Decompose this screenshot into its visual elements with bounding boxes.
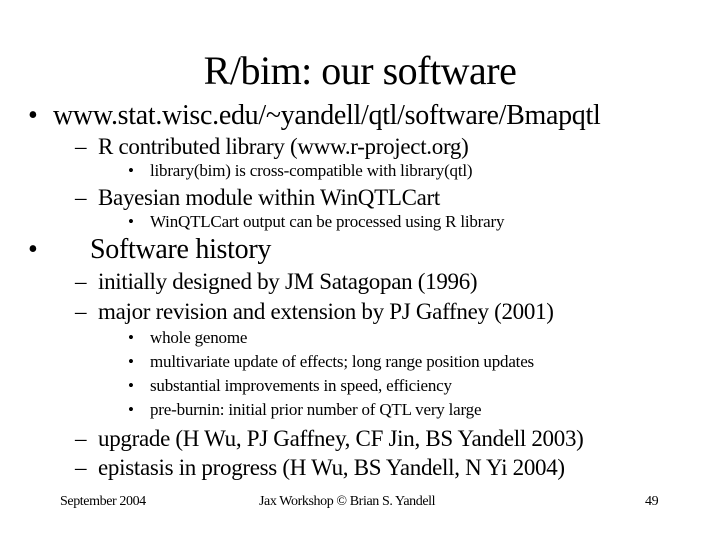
- dash-icon: –: [75, 185, 87, 210]
- dash-icon: –: [75, 426, 87, 451]
- footer-center: Jax Workshop © Brian S. Yandell: [259, 494, 436, 509]
- bullet-url: www.stat.wisc.edu/~yandell/qtl/software/…: [53, 100, 601, 131]
- dash-icon: –: [75, 269, 87, 294]
- dash-icon: –: [75, 299, 87, 324]
- sub-bullet: major revision and extension by PJ Gaffn…: [98, 299, 554, 324]
- sub-bullet: R contributed library (www.r-project.org…: [98, 134, 469, 159]
- dash-icon: –: [75, 134, 87, 159]
- bullet-heading: Software history: [90, 234, 272, 265]
- sub-bullet: Bayesian module within WinQTLCart: [98, 185, 440, 210]
- slide-title: R/bim: our software: [203, 48, 517, 93]
- sub-bullet: upgrade (H Wu, PJ Gaffney, CF Jin, BS Ya…: [98, 426, 584, 451]
- bullet-icon: •: [128, 400, 134, 419]
- sub-sub-bullet: pre-burnin: initial prior number of QTL …: [150, 400, 482, 419]
- sub-sub-bullet: whole genome: [150, 328, 248, 347]
- page-number: 49: [645, 494, 659, 509]
- bullet-icon: •: [128, 376, 134, 395]
- footer-date: September 2004: [60, 494, 146, 509]
- sub-bullet: initially designed by JM Satagopan (1996…: [98, 269, 478, 294]
- sub-sub-bullet: multivariate update of effects; long ran…: [150, 352, 534, 371]
- bullet-icon: •: [128, 212, 134, 231]
- sub-sub-bullet: WinQTLCart output can be processed using…: [150, 212, 505, 231]
- bullet-icon: •: [28, 100, 38, 131]
- dash-icon: –: [75, 455, 87, 480]
- bullet-icon: •: [28, 234, 38, 265]
- sub-sub-bullet: substantial improvements in speed, effic…: [150, 376, 452, 395]
- sub-bullet: epistasis in progress (H Wu, BS Yandell,…: [98, 455, 565, 480]
- bullet-icon: •: [128, 161, 134, 180]
- bullet-icon: •: [128, 328, 134, 347]
- sub-sub-bullet: library(bim) is cross-compatible with li…: [150, 161, 473, 180]
- bullet-icon: •: [128, 352, 134, 371]
